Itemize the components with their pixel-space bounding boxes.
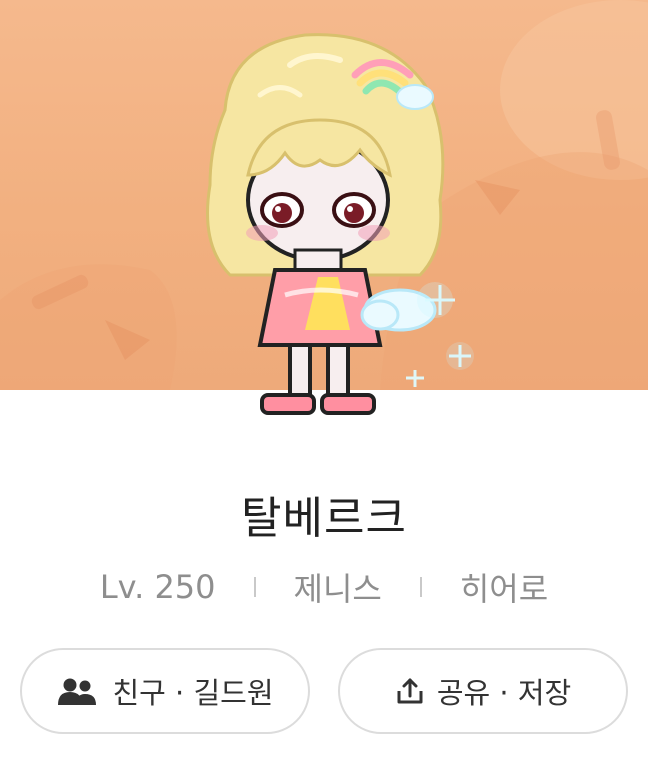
character-name: 탈베르크 xyxy=(241,493,407,544)
character-avatar xyxy=(206,33,474,415)
info-divider xyxy=(253,577,256,597)
character-info-row: Lv. 250 제니스 히어로 xyxy=(0,564,648,610)
share-save-label: 공유 · 저장 xyxy=(436,676,572,710)
people-icon xyxy=(56,676,100,706)
share-save-button[interactable]: 공유 · 저장 xyxy=(338,648,628,734)
character-job: 히어로 xyxy=(459,570,549,608)
character-world: 제니스 xyxy=(293,570,382,608)
share-upload-icon xyxy=(395,676,425,706)
friends-guild-button[interactable]: 친구 · 길드원 xyxy=(20,648,310,734)
info-divider xyxy=(419,577,422,597)
character-level: Lv. 250 xyxy=(99,568,216,606)
friends-guild-label: 친구 · 길드원 xyxy=(112,676,274,710)
